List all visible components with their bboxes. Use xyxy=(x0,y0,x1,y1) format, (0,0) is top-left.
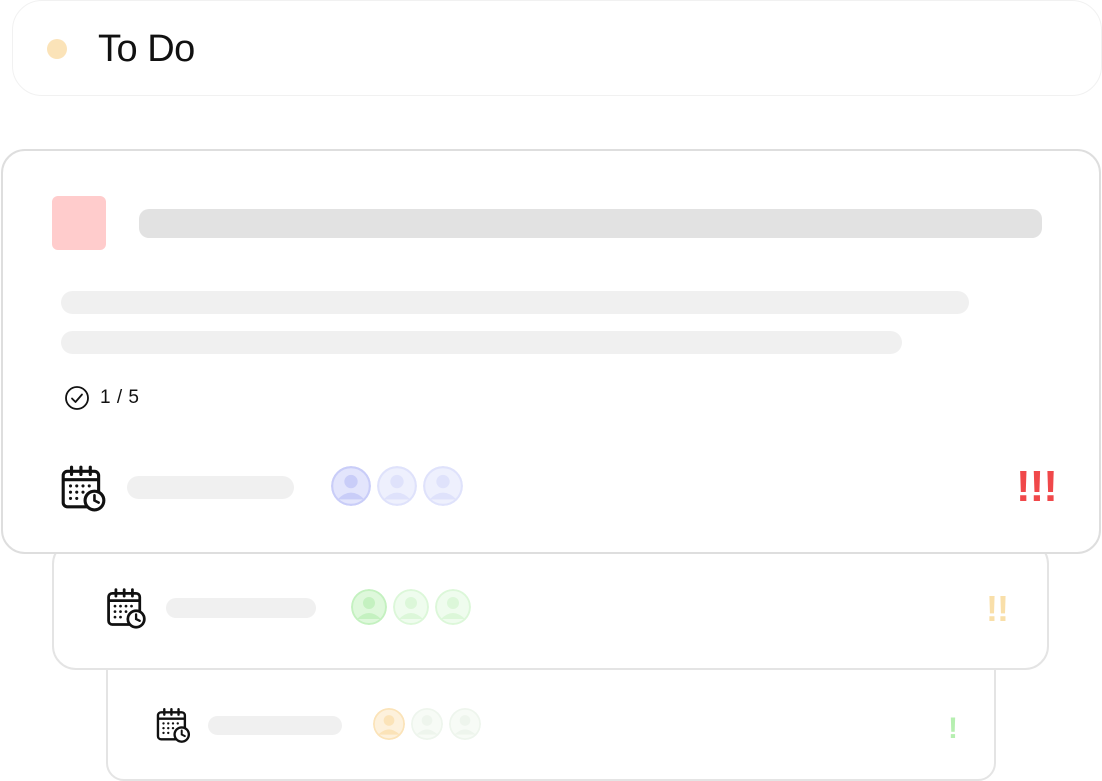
avatar[interactable] xyxy=(351,589,387,625)
task-title-placeholder xyxy=(139,209,1042,238)
column-title: To Do xyxy=(98,28,195,70)
assignee-group[interactable] xyxy=(351,589,471,625)
column-header: To Do xyxy=(12,0,1102,96)
due-date-placeholder xyxy=(127,476,294,499)
avatar[interactable] xyxy=(449,708,481,740)
checklist-count: 1 / 5 xyxy=(100,387,140,408)
avatar[interactable] xyxy=(377,466,417,506)
assignee-group[interactable] xyxy=(331,466,463,506)
calendar-clock-icon[interactable] xyxy=(58,463,108,513)
checklist-progress[interactable]: 1 / 5 xyxy=(64,384,139,412)
avatar[interactable] xyxy=(331,466,371,506)
task-description-placeholder xyxy=(61,331,902,354)
avatar[interactable] xyxy=(435,589,471,625)
status-dot xyxy=(47,39,67,59)
task-card[interactable]: 1 / 5 !!! xyxy=(1,149,1101,554)
task-card[interactable]: !! xyxy=(52,540,1049,670)
avatar[interactable] xyxy=(373,708,405,740)
calendar-clock-icon[interactable] xyxy=(104,586,148,630)
avatar[interactable] xyxy=(411,708,443,740)
assignee-group[interactable] xyxy=(373,708,481,740)
due-date-placeholder xyxy=(166,598,316,618)
task-description-placeholder xyxy=(61,291,969,314)
due-date-placeholder xyxy=(208,716,342,735)
priority-indicator: !! xyxy=(986,588,1009,629)
priority-indicator: !!! xyxy=(1016,462,1058,511)
calendar-clock-icon[interactable] xyxy=(154,706,192,744)
task-thumbnail xyxy=(52,196,106,250)
avatar[interactable] xyxy=(423,466,463,506)
priority-indicator: ! xyxy=(948,712,958,745)
avatar[interactable] xyxy=(393,589,429,625)
check-circle-icon xyxy=(65,386,89,410)
